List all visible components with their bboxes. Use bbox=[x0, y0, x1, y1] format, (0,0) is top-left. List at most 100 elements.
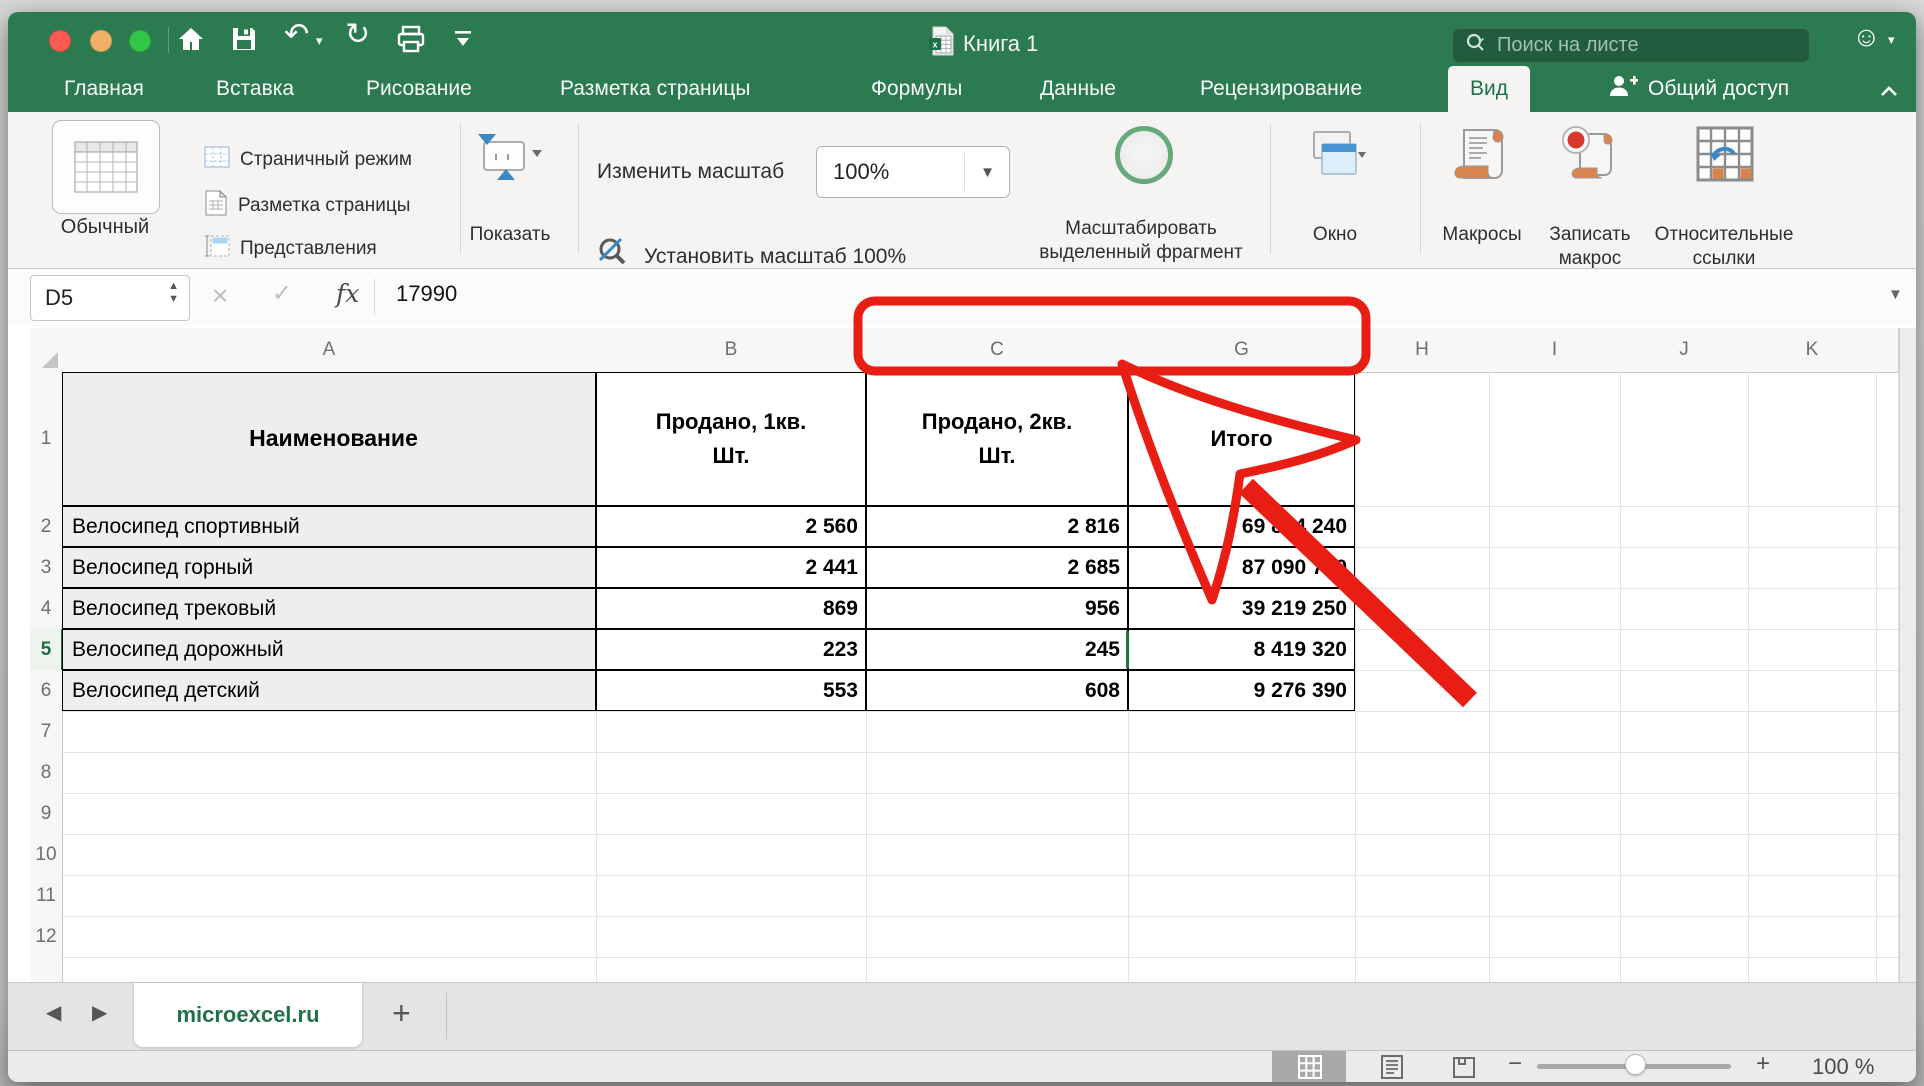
zoom-out-icon[interactable]: − bbox=[1508, 1052, 1522, 1076]
record-macro-button[interactable] bbox=[1560, 124, 1618, 189]
print-icon[interactable] bbox=[396, 24, 426, 59]
cell-A4[interactable]: Велосипед трековый bbox=[62, 588, 596, 629]
insert-function-icon[interactable]: fx bbox=[336, 279, 359, 308]
column-header-H[interactable]: H bbox=[1355, 328, 1490, 373]
stepper-down-icon[interactable]: ▼ bbox=[168, 294, 179, 305]
sheet-search-field[interactable]: Поиск на листе bbox=[1452, 28, 1810, 63]
collapse-ribbon-icon[interactable] bbox=[1880, 84, 1898, 102]
name-box-stepper[interactable]: ▲ ▼ bbox=[168, 281, 179, 305]
grid-view-icon[interactable] bbox=[1298, 1055, 1322, 1082]
relative-references-button[interactable] bbox=[1696, 126, 1754, 187]
cell-A6[interactable]: Велосипед детский bbox=[62, 670, 596, 711]
window-button[interactable] bbox=[1304, 130, 1366, 187]
next-sheet-icon[interactable]: ▶ bbox=[92, 1003, 107, 1023]
formula-bar-expand-icon[interactable]: ▼ bbox=[1888, 287, 1903, 302]
column-header-J[interactable]: J bbox=[1620, 328, 1749, 373]
cell-A3[interactable]: Велосипед горный bbox=[62, 547, 596, 588]
cell-C6[interactable]: 608 bbox=[866, 670, 1128, 711]
zoom-to-selection-icon[interactable] bbox=[1115, 126, 1173, 184]
macros-button[interactable] bbox=[1452, 124, 1510, 189]
sheet-tab-microexcel[interactable]: microexcel.ru bbox=[134, 983, 362, 1047]
row-header-11[interactable]: 11 bbox=[30, 875, 63, 917]
cell-C1[interactable]: Продано, 2кв.Шт. bbox=[866, 372, 1128, 506]
cell-G5[interactable]: 8 419 320 bbox=[1128, 629, 1355, 670]
row-header-4[interactable]: 4 bbox=[30, 588, 63, 630]
redo-icon[interactable]: ↻ bbox=[345, 20, 370, 50]
cell-C2[interactable]: 2 816 bbox=[866, 506, 1128, 547]
normal-view-button[interactable] bbox=[52, 120, 160, 214]
cell-C3[interactable]: 2 685 bbox=[866, 547, 1128, 588]
row-header-3[interactable]: 3 bbox=[30, 547, 63, 589]
column-header-K[interactable]: K bbox=[1748, 328, 1877, 373]
column-header-B[interactable]: B bbox=[596, 328, 867, 373]
formula-bar-value[interactable]: 17990 bbox=[396, 281, 457, 307]
zoom-in-icon[interactable]: + bbox=[1756, 1052, 1770, 1076]
show-panes-button[interactable] bbox=[476, 128, 542, 191]
column-header-I[interactable]: I bbox=[1489, 328, 1621, 373]
row-header-8[interactable]: 8 bbox=[30, 752, 63, 794]
custom-views-button[interactable]: Представления bbox=[204, 234, 377, 264]
cell-G6[interactable]: 9 276 390 bbox=[1128, 670, 1355, 711]
cell-B5[interactable]: 223 bbox=[596, 629, 866, 670]
cell-A5[interactable]: Велосипед дорожный bbox=[62, 629, 596, 670]
row-header-6[interactable]: 6 bbox=[30, 670, 63, 712]
column-header-G[interactable]: G bbox=[1128, 328, 1356, 373]
row-header-7[interactable]: 7 bbox=[30, 711, 63, 753]
page-break-view-icon[interactable] bbox=[1452, 1055, 1476, 1082]
cell-B2[interactable]: 2 560 bbox=[596, 506, 866, 547]
row-header-5[interactable]: 5 bbox=[30, 629, 63, 671]
tab-7-Рецензирование[interactable]: Рецензирование bbox=[1200, 66, 1362, 112]
tab-1-Главная[interactable]: Главная bbox=[64, 66, 144, 112]
cell-B1[interactable]: Продано, 1кв.Шт. bbox=[596, 372, 866, 506]
column-header-A[interactable]: A bbox=[62, 328, 597, 373]
maximize-window-button[interactable] bbox=[129, 30, 151, 52]
vertical-scrollbar[interactable] bbox=[1899, 328, 1916, 982]
stepper-up-icon[interactable]: ▲ bbox=[168, 281, 179, 292]
cell-C5[interactable]: 245 bbox=[866, 629, 1128, 670]
save-icon[interactable] bbox=[230, 25, 258, 58]
page-layout-button[interactable]: Разметка страницы bbox=[204, 190, 410, 222]
feedback-smiley-icon[interactable]: ☺ bbox=[1852, 23, 1881, 51]
tab-5-Формулы[interactable]: Формулы bbox=[871, 66, 962, 112]
home-icon[interactable] bbox=[176, 24, 206, 59]
name-box[interactable]: D5 ▲ ▼ bbox=[30, 275, 190, 321]
page-break-preview-button[interactable]: Страничный режим bbox=[204, 146, 412, 174]
cancel-entry-icon[interactable]: × bbox=[212, 282, 228, 310]
column-header-partial[interactable] bbox=[1876, 328, 1899, 373]
prev-sheet-icon[interactable]: ◀ bbox=[46, 1003, 61, 1023]
cell-B4[interactable]: 869 bbox=[596, 588, 866, 629]
minimize-window-button[interactable] bbox=[90, 30, 112, 52]
cell-C4[interactable]: 956 bbox=[866, 588, 1128, 629]
cell-B6[interactable]: 553 bbox=[596, 670, 866, 711]
cell-G3[interactable]: 87 090 740 bbox=[1128, 547, 1355, 588]
row-header-9[interactable]: 9 bbox=[30, 793, 63, 835]
cell-G1[interactable]: Итого bbox=[1128, 372, 1355, 506]
close-window-button[interactable] bbox=[49, 30, 71, 52]
undo-icon[interactable]: ↶ bbox=[284, 20, 309, 50]
zoom-combobox[interactable]: 100% ▼ bbox=[816, 146, 1010, 198]
tab-8-Вид[interactable]: Вид bbox=[1448, 66, 1530, 112]
row-header-12[interactable]: 12 bbox=[30, 916, 63, 958]
select-all-corner[interactable] bbox=[30, 328, 63, 373]
tab-6-Данные[interactable]: Данные bbox=[1040, 66, 1116, 112]
row-header-10[interactable]: 10 bbox=[30, 834, 63, 876]
page-layout-view-icon[interactable] bbox=[1380, 1055, 1404, 1082]
cell-G2[interactable]: 69 834 240 bbox=[1128, 506, 1355, 547]
share-button[interactable]: Общий доступ bbox=[1608, 66, 1789, 112]
cell-G4[interactable]: 39 219 250 bbox=[1128, 588, 1355, 629]
tab-3-Рисование[interactable]: Рисование bbox=[366, 66, 472, 112]
smiley-dropdown-icon[interactable]: ▾ bbox=[1888, 33, 1895, 46]
undo-dropdown-icon[interactable]: ▾ bbox=[316, 34, 323, 47]
cell-A1[interactable]: Наименование bbox=[62, 372, 596, 506]
tab-2-Вставка[interactable]: Вставка bbox=[216, 66, 294, 112]
row-header-2[interactable]: 2 bbox=[30, 506, 63, 548]
customize-toolbar-icon[interactable] bbox=[452, 28, 474, 55]
zoom-100-button[interactable] bbox=[596, 236, 630, 273]
confirm-entry-icon[interactable]: ✓ bbox=[272, 282, 292, 306]
row-header-1[interactable]: 1 bbox=[30, 372, 63, 507]
cell-B3[interactable]: 2 441 bbox=[596, 547, 866, 588]
add-sheet-button[interactable]: + bbox=[392, 997, 411, 1029]
column-header-C[interactable]: C bbox=[866, 328, 1129, 373]
tab-4-Разметка страницы[interactable]: Разметка страницы bbox=[560, 66, 751, 112]
cell-A2[interactable]: Велосипед спортивный bbox=[62, 506, 596, 547]
